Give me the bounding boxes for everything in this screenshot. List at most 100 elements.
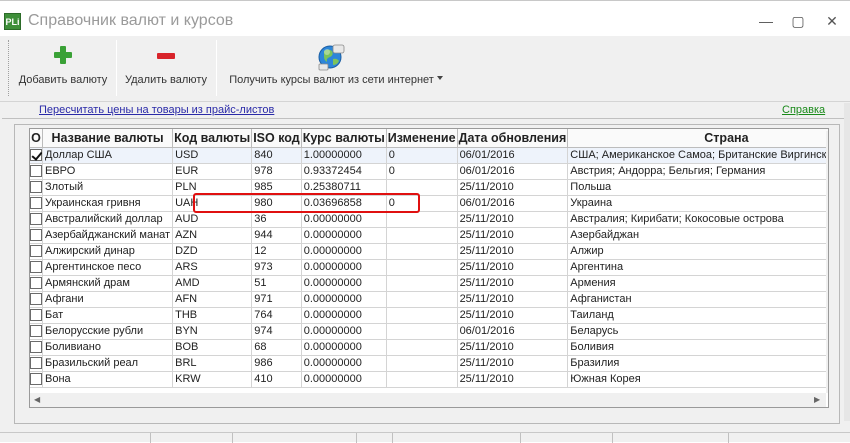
row-checkbox-o[interactable] xyxy=(30,229,42,242)
cell-change[interactable] xyxy=(386,211,458,228)
cell-currency-name[interactable]: ЕВРО xyxy=(42,163,174,180)
table-row[interactable]: Бат THB 764 0.00000000 25/11/2010 Таиланд xyxy=(30,307,828,324)
cell-currency-name[interactable]: Азербайджанский манат xyxy=(42,227,174,244)
cell-country[interactable]: Армения xyxy=(567,275,828,292)
table-row[interactable]: Доллар США USD 840 1.00000000 0 06/01/2016 США… xyxy=(30,146,828,164)
table-row[interactable]: Боливиано BOB 68 0.00000000 25/11/2010 Боливи… xyxy=(30,339,828,356)
cell-rate[interactable]: 0.25380711 xyxy=(301,179,387,196)
cell-currency-name[interactable]: Украинская гривня xyxy=(42,195,174,212)
cell-country[interactable]: Южная Корея xyxy=(567,371,828,388)
cell-country[interactable]: Афганистан xyxy=(567,291,828,308)
cell-iso-code[interactable]: 973 xyxy=(251,259,302,276)
cell-iso-code[interactable]: 68 xyxy=(251,339,302,356)
row-checkbox-o[interactable] xyxy=(30,197,42,210)
row-checkbox-o[interactable] xyxy=(30,149,42,162)
cell-change[interactable] xyxy=(386,307,458,324)
table-row[interactable]: Злотый PLN 985 0.25380711 25/11/2010 Польша xyxy=(30,179,828,196)
column-header-country[interactable]: Страна xyxy=(567,129,828,148)
scroll-right-arrow-icon[interactable]: ▶ xyxy=(814,395,820,404)
cell-country[interactable]: Австрия; Андорра; Бельгия; Германия xyxy=(567,163,828,180)
cell-country[interactable]: Боливия xyxy=(567,339,828,356)
add-currency-button[interactable]: Добавить валюту xyxy=(14,38,112,98)
cell-update-date[interactable]: 25/11/2010 xyxy=(457,307,569,324)
cell-rate[interactable]: 0.00000000 xyxy=(301,371,387,388)
cell-iso-code[interactable]: 840 xyxy=(251,147,302,164)
cell-rate[interactable]: 0.00000000 xyxy=(301,339,387,356)
cell-currency-name[interactable]: Доллар США xyxy=(42,146,174,164)
table-row[interactable]: Украинская гривня UAH 980 0.03696858 0 06/01/… xyxy=(30,195,828,212)
cell-rate[interactable]: 0.00000000 xyxy=(301,243,387,260)
cell-rate[interactable]: 0.00000000 xyxy=(301,227,387,244)
cell-change[interactable]: 0 xyxy=(386,195,458,212)
cell-currency-code[interactable]: UAH xyxy=(172,195,253,212)
help-link[interactable]: Справка xyxy=(782,104,825,116)
cell-change[interactable] xyxy=(386,259,458,276)
cell-currency-name[interactable]: Бат xyxy=(42,307,174,324)
cell-update-date[interactable]: 25/11/2010 xyxy=(457,259,569,276)
cell-currency-code[interactable]: BOB xyxy=(172,339,253,356)
row-checkbox-o[interactable] xyxy=(30,165,42,178)
row-checkbox-o[interactable] xyxy=(30,373,42,386)
cell-iso-code[interactable]: 51 xyxy=(251,275,302,292)
recalculate-prices-link[interactable]: Пересчитать цены на товары из прайс-лист… xyxy=(39,104,274,116)
row-checkbox-o[interactable] xyxy=(30,325,42,338)
cell-change[interactable] xyxy=(386,355,458,372)
column-header-code[interactable]: Код валюты xyxy=(172,129,253,148)
cell-currency-code[interactable]: USD xyxy=(172,147,253,164)
cell-rate[interactable]: 1.00000000 xyxy=(301,147,387,164)
cell-rate[interactable]: 0.00000000 xyxy=(301,275,387,292)
cell-country[interactable]: США; Американское Самоа; Британские Вирг… xyxy=(567,147,828,164)
maximize-button[interactable]: ▢ xyxy=(786,11,810,31)
cell-update-date[interactable]: 25/11/2010 xyxy=(457,275,569,292)
row-checkbox-o[interactable] xyxy=(30,261,42,274)
cell-currency-name[interactable]: Злотый xyxy=(42,179,174,196)
scroll-left-arrow-icon[interactable]: ◀ xyxy=(34,395,40,404)
cell-currency-name[interactable]: Афгани xyxy=(42,291,174,308)
column-header-o[interactable]: О xyxy=(30,129,43,148)
cell-change[interactable] xyxy=(386,179,458,196)
cell-update-date[interactable]: 25/11/2010 xyxy=(457,179,569,196)
row-checkbox-o[interactable] xyxy=(30,293,42,306)
cell-iso-code[interactable]: 985 xyxy=(251,179,302,196)
cell-update-date[interactable]: 25/11/2010 xyxy=(457,339,569,356)
cell-currency-name[interactable]: Алжирский динар xyxy=(42,243,174,260)
table-row[interactable]: Вона KRW 410 0.00000000 25/11/2010 Южная Коре… xyxy=(30,371,828,388)
table-row[interactable]: Алжирский динар DZD 12 0.00000000 25/11/2010… xyxy=(30,243,828,260)
cell-rate[interactable]: 0.00000000 xyxy=(301,323,387,340)
cell-currency-code[interactable]: AUD xyxy=(172,211,253,228)
cell-country[interactable]: Алжир xyxy=(567,243,828,260)
cell-rate[interactable]: 0.00000000 xyxy=(301,355,387,372)
cell-currency-name[interactable]: Белорусские рубли xyxy=(42,323,174,340)
cell-country[interactable]: Польша xyxy=(567,179,828,196)
dropdown-arrow-icon[interactable] xyxy=(436,76,443,81)
cell-currency-code[interactable]: ARS xyxy=(172,259,253,276)
cell-iso-code[interactable]: 974 xyxy=(251,323,302,340)
cell-rate[interactable]: 0.00000000 xyxy=(301,307,387,324)
minimize-button[interactable]: — xyxy=(754,11,778,31)
column-header-change[interactable]: Изменение xyxy=(386,129,458,148)
cell-change[interactable] xyxy=(386,371,458,388)
cell-change[interactable] xyxy=(386,323,458,340)
cell-rate[interactable]: 0.03696858 xyxy=(301,195,387,212)
column-header-iso[interactable]: ISO код xyxy=(251,129,302,148)
cell-country[interactable]: Беларусь xyxy=(567,323,828,340)
cell-iso-code[interactable]: 764 xyxy=(251,307,302,324)
cell-update-date[interactable]: 25/11/2010 xyxy=(457,371,569,388)
table-row[interactable]: Белорусские рубли BYN 974 0.00000000 06/01/2… xyxy=(30,323,828,340)
row-checkbox-o[interactable] xyxy=(30,341,42,354)
cell-iso-code[interactable]: 971 xyxy=(251,291,302,308)
cell-update-date[interactable]: 25/11/2010 xyxy=(457,227,569,244)
row-checkbox-o[interactable] xyxy=(30,357,42,370)
window-scrollbar[interactable] xyxy=(844,103,850,421)
cell-currency-code[interactable]: AMD xyxy=(172,275,253,292)
cell-iso-code[interactable]: 36 xyxy=(251,211,302,228)
cell-currency-code[interactable]: THB xyxy=(172,307,253,324)
cell-country[interactable]: Азербайджан xyxy=(567,227,828,244)
cell-iso-code[interactable]: 12 xyxy=(251,243,302,260)
cell-iso-code[interactable]: 944 xyxy=(251,227,302,244)
cell-currency-name[interactable]: Австралийский доллар xyxy=(42,211,174,228)
cell-country[interactable]: Украина xyxy=(567,195,828,212)
cell-country[interactable]: Аргентина xyxy=(567,259,828,276)
cell-change[interactable] xyxy=(386,243,458,260)
table-row[interactable]: Азербайджанский манат AZN 944 0.00000000 25/… xyxy=(30,227,828,244)
